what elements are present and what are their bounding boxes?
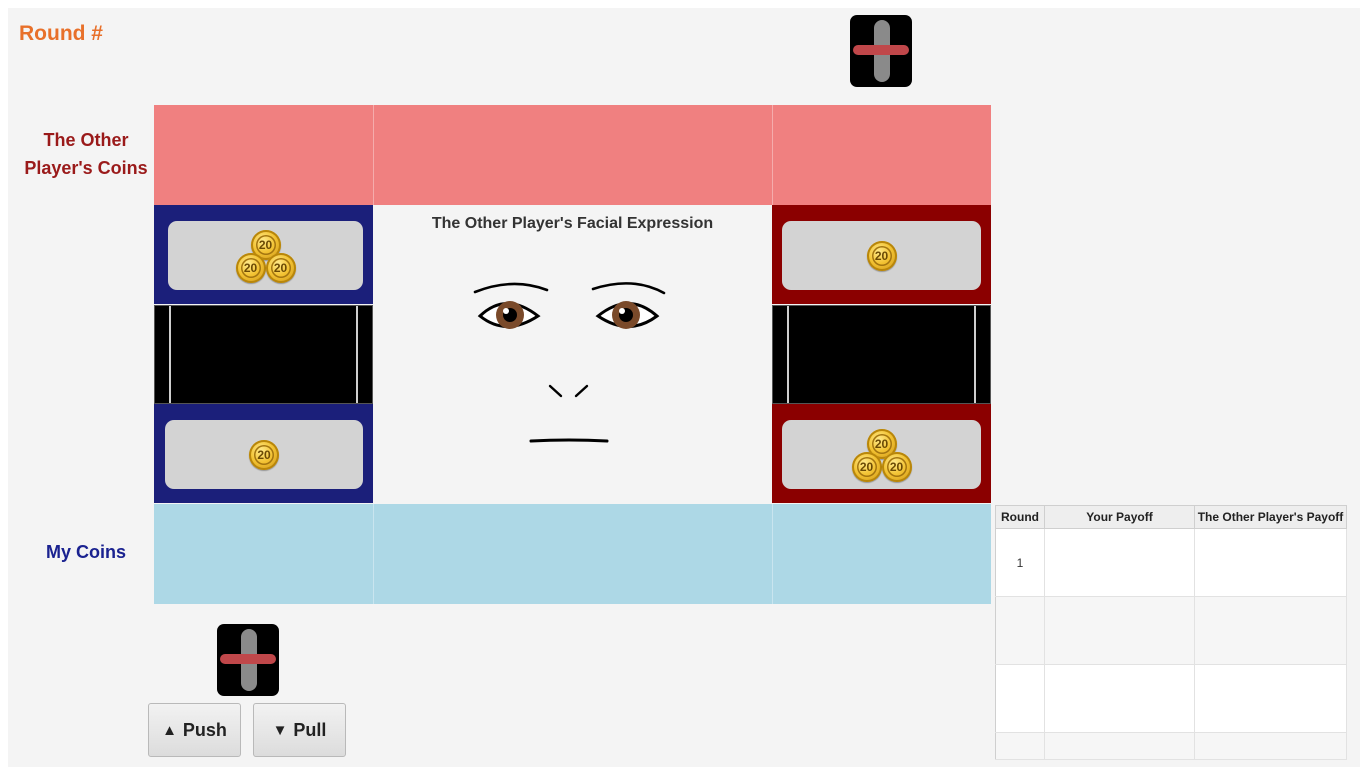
column-header-round[interactable]: Round bbox=[995, 505, 1045, 529]
my-coins-area bbox=[154, 504, 991, 604]
table-cell bbox=[995, 664, 1045, 733]
coin-tray: 20 20 20 bbox=[168, 221, 363, 290]
coin-tray: 20 bbox=[782, 221, 981, 290]
coin-icon: 20 bbox=[866, 240, 897, 271]
coin-icon: 20 bbox=[265, 252, 296, 283]
coin-icon: 20 bbox=[851, 451, 882, 482]
table-row[interactable] bbox=[995, 596, 1347, 665]
my-coins-label: My Coins bbox=[45, 542, 126, 562]
arrow-down-icon: ▼ bbox=[272, 721, 288, 739]
table-cell bbox=[995, 596, 1045, 665]
game-window: Round # The Other Player's Coins My Coin… bbox=[8, 8, 1360, 767]
divider-cell-left bbox=[154, 305, 373, 404]
table-cell bbox=[1044, 732, 1195, 760]
push-button-label: Push bbox=[182, 719, 227, 740]
table-cell bbox=[1194, 528, 1347, 597]
table-header-row: Round Your Payoff The Other Player's Pay… bbox=[995, 505, 1347, 529]
table-cell bbox=[1194, 664, 1347, 733]
column-header-other-payoff[interactable]: The Other Player's Payoff bbox=[1194, 505, 1347, 529]
table-cell bbox=[1044, 528, 1195, 597]
table-cell bbox=[995, 732, 1045, 760]
pull-button[interactable]: ▼ Pull bbox=[253, 703, 346, 757]
other-coins-label: The Other Player's Coins bbox=[24, 130, 148, 178]
mouth bbox=[529, 438, 609, 443]
table-cell bbox=[1044, 596, 1195, 665]
nose-right bbox=[574, 384, 589, 398]
facial-expression-panel: The Other Player's Facial Expression bbox=[373, 205, 772, 504]
payoff-cell-left-bottom: 20 bbox=[154, 404, 373, 503]
other-player-coins-area bbox=[154, 105, 991, 205]
lever-handle bbox=[220, 654, 276, 664]
table-cell bbox=[1194, 596, 1347, 665]
table-row[interactable] bbox=[995, 732, 1347, 760]
coin-tray: 20 bbox=[165, 420, 363, 489]
payoff-cell-right-top: 20 bbox=[772, 205, 991, 304]
pull-button-label: Pull bbox=[293, 719, 327, 740]
column-header-your-payoff[interactable]: Your Payoff bbox=[1044, 505, 1195, 529]
table-row[interactable] bbox=[995, 664, 1347, 733]
other-player-lever-icon bbox=[850, 15, 912, 87]
left-eyebrow bbox=[473, 282, 549, 294]
arrow-up-icon: ▲ bbox=[162, 721, 177, 739]
coin-icon: 20 bbox=[881, 451, 912, 482]
coin-tray: 20 20 20 bbox=[782, 420, 981, 489]
lever-handle bbox=[853, 45, 909, 55]
divider-cell-right bbox=[772, 305, 991, 404]
push-button[interactable]: ▲ Push bbox=[148, 703, 241, 757]
nose-left bbox=[548, 384, 563, 398]
payoff-cell-right-bottom: 20 20 20 bbox=[772, 404, 991, 503]
table-cell bbox=[1044, 664, 1195, 733]
round-label: Round # bbox=[19, 22, 103, 45]
my-lever-icon[interactable] bbox=[217, 624, 279, 696]
payoff-cell-left-top: 20 20 20 bbox=[154, 205, 373, 304]
coin-icon: 20 bbox=[235, 252, 266, 283]
right-eyebrow bbox=[591, 282, 666, 295]
table-cell bbox=[1194, 732, 1347, 760]
payoff-history-table[interactable]: Round Your Payoff The Other Player's Pay… bbox=[995, 505, 1347, 760]
table-row[interactable]: 1 bbox=[995, 528, 1347, 597]
table-cell: 1 bbox=[995, 528, 1045, 597]
face-icon bbox=[473, 282, 666, 443]
coin-icon: 20 bbox=[249, 439, 279, 470]
